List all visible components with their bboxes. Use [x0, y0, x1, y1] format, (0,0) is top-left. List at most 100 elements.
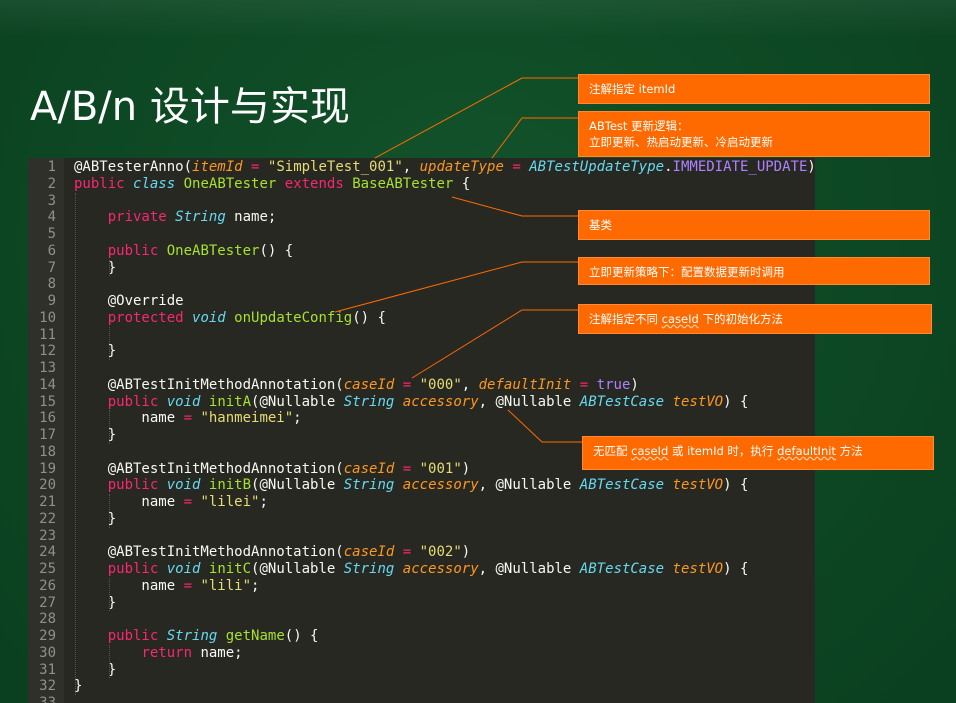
slide-title: A/B/n 设计与实现 — [30, 84, 350, 130]
line-source: return name; — [74, 644, 242, 662]
line-number: 4 — [47, 209, 56, 226]
code-token: ; — [259, 494, 268, 510]
code-token: updateType — [419, 159, 504, 175]
code-token: caseId — [343, 460, 395, 477]
callout-update-logic-line2: 立即更新、热启动更新、冷启动更新 — [589, 135, 773, 149]
line-source: name = "lili"; — [74, 578, 259, 595]
line-number: 9 — [47, 293, 56, 309]
code-line: 26 name = "lili"; — [28, 578, 815, 595]
code-token: ABTestCase — [579, 477, 665, 494]
code-token: String — [166, 628, 218, 644]
code-token: @ABTestInitMethodAnnotation( — [74, 376, 344, 393]
code-token: accessory — [402, 393, 479, 410]
code-token: = — [183, 577, 193, 594]
code-token: ; — [251, 577, 260, 594]
callout-immediate-update: 立即更新策略下：配置数据更新时调用 — [578, 257, 930, 285]
code-line: 30 return name; — [28, 645, 815, 662]
code-token: () { — [352, 309, 386, 326]
line-source: public String getName() { — [74, 628, 319, 645]
code-token: void — [166, 393, 201, 410]
code-token: protected — [107, 309, 184, 326]
code-token: String — [343, 477, 395, 494]
code-token: = — [402, 460, 412, 477]
code-token: "hanmeimei" — [200, 410, 294, 427]
code-token: = — [512, 159, 521, 175]
code-token: () { — [259, 242, 294, 259]
line-source: public void initC(@Nullable String acces… — [74, 561, 749, 578]
connector-update-logic — [491, 117, 578, 159]
code-token: onUpdateConfig — [234, 309, 353, 326]
code-token: initB — [208, 477, 252, 494]
code-token: public — [107, 477, 159, 494]
indent-guide — [109, 410, 110, 444]
code-token: @ABTestInitMethodAnnotation( — [74, 544, 344, 561]
code-token: name — [74, 494, 184, 510]
code-token: , @Nullable — [478, 561, 580, 577]
line-number: 24 — [39, 544, 56, 561]
callout-init-method-a: 注解指定不同 — [589, 312, 662, 326]
code-token: = — [402, 544, 412, 561]
code-line: 20 public void initB(@Nullable String ac… — [28, 477, 815, 494]
callout-init-method-c: 下的初始化方法 — [698, 312, 783, 326]
code-line: 2 public class OneABTester extends BaseAB… — [28, 176, 815, 193]
code-token: @ABTesterAnno( — [74, 159, 193, 175]
code-token: ) { — [723, 561, 749, 577]
line-number: 33 — [39, 695, 56, 703]
code-line: 32} — [28, 678, 815, 695]
code-line: 29 public String getName() { — [28, 628, 815, 645]
line-source: public OneABTester() { — [74, 243, 293, 260]
code-token: initC — [208, 561, 252, 577]
code-line: 14 @ABTestInitMethodAnnotation(caseId = … — [28, 377, 815, 394]
code-token: = — [402, 376, 412, 393]
line-number: 17 — [39, 427, 56, 443]
line-number: 7 — [47, 259, 56, 276]
code-token: return — [141, 644, 193, 661]
code-token: void — [166, 477, 201, 494]
callout-base-class-text: 基类 — [589, 218, 612, 232]
code-token: public — [107, 242, 159, 259]
callout-default-init: 无匹配 caseId 或 itemId 时，执行 defaultInit 方法 — [582, 436, 934, 470]
indent-guide — [75, 192, 76, 695]
line-source: public void initB(@Nullable String acces… — [74, 477, 749, 494]
line-number: 11 — [39, 326, 56, 343]
code-token: @ABTestInitMethodAnnotation( — [74, 460, 344, 477]
code-token: ) — [807, 159, 815, 175]
code-token: void — [166, 561, 201, 577]
code-token: accessory — [402, 477, 479, 494]
line-number: 26 — [39, 577, 56, 594]
code-token: . — [664, 159, 673, 175]
line-source: @ABTestInitMethodAnnotation(caseId = "00… — [74, 460, 471, 478]
code-line: 31 } — [28, 662, 815, 679]
code-token: "lilei" — [200, 494, 260, 510]
code-token: ; — [293, 410, 302, 427]
code-token: ) — [461, 460, 471, 477]
code-token: () { — [284, 628, 319, 644]
code-line: 22 } — [28, 511, 815, 528]
line-source: public void initA(@Nullable String acces… — [74, 393, 749, 411]
line-source: public class OneABTester extends BaseABT… — [74, 176, 470, 193]
line-number: 22 — [39, 510, 56, 527]
code-token: accessory — [402, 561, 479, 577]
line-number: 8 — [47, 276, 56, 293]
callout-item-id: 注解指定 itemId — [578, 74, 930, 104]
code-line: 16 name = "hanmeimei"; — [28, 410, 815, 427]
code-token: testVO — [672, 561, 724, 577]
code-token: , @Nullable — [478, 477, 580, 494]
connector-item-id — [374, 77, 578, 159]
